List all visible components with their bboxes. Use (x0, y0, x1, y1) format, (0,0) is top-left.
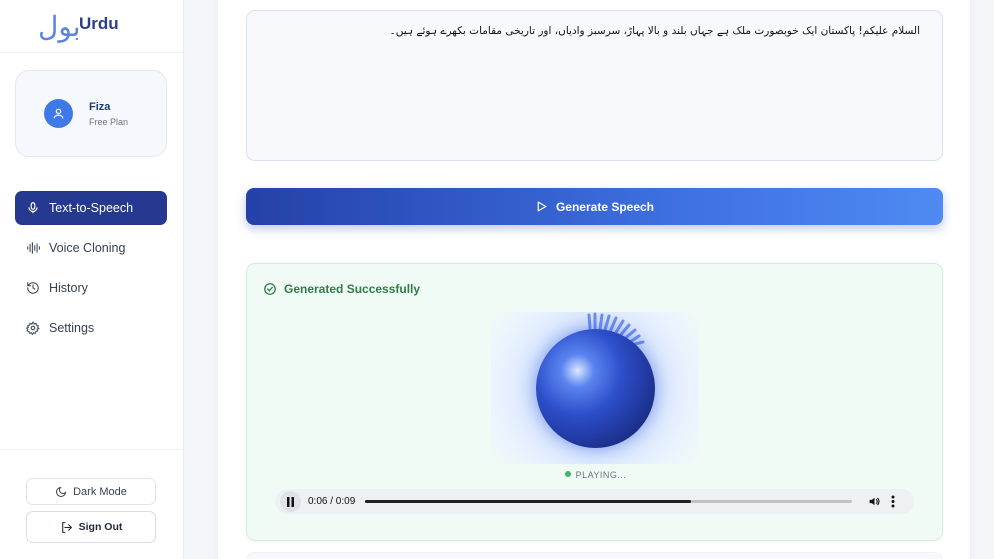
more-options-icon[interactable] (891, 495, 895, 508)
nav-item-settings[interactable]: Settings (15, 311, 167, 345)
user-icon (53, 108, 64, 119)
audio-orb (536, 329, 655, 448)
playback-time: 0:06 / 0:09 (308, 496, 356, 507)
sign-out-label: Sign Out (78, 521, 123, 533)
moon-icon (55, 486, 67, 498)
user-name: Fiza (89, 101, 111, 113)
progress-fill (365, 500, 692, 503)
generate-speech-label: Generate Speech (555, 199, 655, 214)
volume-icon[interactable] (868, 495, 881, 508)
result-panel: Generated Successfully PLAYING... 0:06 /… (246, 263, 943, 541)
user-plan: Free Plan (89, 117, 129, 127)
nav-item-label: Voice Cloning (49, 241, 126, 255)
logo[interactable]: بول Urdu (0, 0, 184, 53)
playback-status: PLAYING... (247, 470, 944, 480)
progress-track[interactable] (365, 500, 852, 503)
nav-item-label: Text-to-Speech (49, 201, 134, 215)
logo-text: Urdu (79, 14, 119, 33)
nav-item-text-to-speech[interactable]: Text-to-Speech (15, 191, 167, 225)
next-section-card (246, 552, 943, 559)
dark-mode-label: Dark Mode (73, 485, 127, 498)
nav-item-voice-cloning[interactable]: Voice Cloning (15, 231, 167, 265)
nav-item-label: Settings (49, 321, 95, 335)
result-title-text: Generated Successfully (284, 282, 421, 296)
history-icon (26, 281, 40, 295)
play-icon (535, 200, 548, 213)
sign-out-button[interactable]: Sign Out (26, 511, 156, 543)
generate-speech-button[interactable]: Generate Speech (246, 188, 943, 225)
text-input[interactable]: السلام علیکم! پاکستان ایک خوبصورت ملک ہے… (246, 10, 943, 161)
user-profile-card[interactable]: Fiza Free Plan (15, 70, 167, 157)
main-panel: السلام علیکم! پاکستان ایک خوبصورت ملک ہے… (218, 0, 970, 559)
sidebar-footer: Dark Mode Sign Out (0, 449, 184, 559)
status-text: PLAYING... (575, 470, 627, 480)
status-dot (564, 471, 571, 477)
mic-icon (26, 201, 40, 215)
nav-item-label: History (49, 281, 88, 295)
gear-icon (26, 321, 40, 335)
pause-button[interactable] (280, 491, 301, 512)
result-title: Generated Successfully (263, 282, 420, 296)
logo-urdu-mark: بول (38, 10, 81, 43)
audio-player: 0:06 / 0:09 (275, 489, 914, 514)
dark-mode-button[interactable]: Dark Mode (26, 478, 156, 505)
logout-icon (60, 521, 73, 534)
pause-icon (287, 496, 294, 507)
check-circle-icon (263, 282, 277, 296)
avatar (44, 99, 73, 128)
sidebar: بول Urdu Fiza Free Plan Text-to-Speech V… (0, 0, 184, 559)
waveform-icon (26, 241, 40, 255)
audio-visualizer (491, 312, 699, 464)
nav-item-history[interactable]: History (15, 271, 167, 305)
